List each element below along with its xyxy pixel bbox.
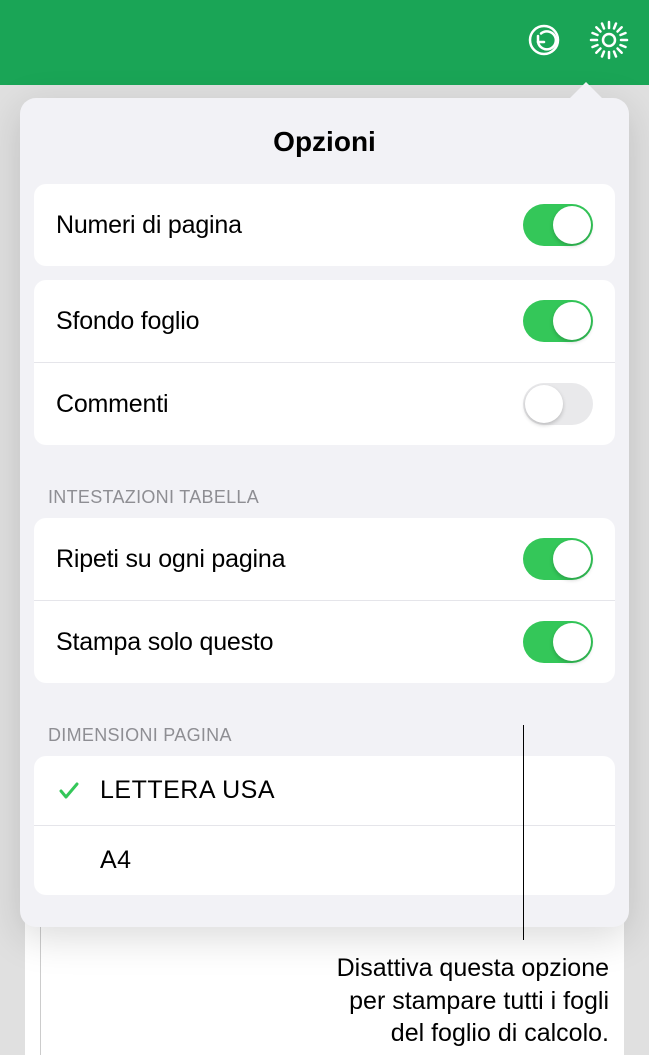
callout-line1: Disattiva questa opzione — [337, 954, 609, 982]
settings-button[interactable] — [589, 20, 629, 65]
row-print-only: Stampa solo questo — [34, 600, 615, 683]
callout-line2: per stampare tutti i fogli — [349, 987, 609, 1015]
toggle-page-numbers[interactable] — [523, 204, 593, 246]
callout-line3: del foglio di calcolo. — [391, 1019, 609, 1047]
popover-title: Opzioni — [20, 98, 629, 184]
label-comments: Commenti — [56, 390, 168, 419]
popover-arrow — [568, 82, 604, 100]
row-page-numbers: Numeri di pagina — [34, 184, 615, 266]
group-page-size: LETTERA USA A4 — [34, 756, 615, 895]
group-sheet-options: Sfondo foglio Commenti — [34, 280, 615, 445]
callout-line — [523, 725, 524, 940]
size-label-us-letter: LETTERA USA — [100, 776, 275, 805]
toggle-print-only[interactable] — [523, 621, 593, 663]
size-row-us-letter[interactable]: LETTERA USA — [34, 756, 615, 825]
label-page-numbers: Numeri di pagina — [56, 211, 242, 240]
toggle-comments[interactable] — [523, 383, 593, 425]
size-label-a4: A4 — [100, 846, 132, 875]
row-repeat: Ripeti su ogni pagina — [34, 518, 615, 600]
size-row-a4[interactable]: A4 — [34, 825, 615, 895]
row-comments: Commenti — [34, 362, 615, 445]
callout-text: Disattiva questa opzione per stampare tu… — [0, 952, 609, 1050]
checkmark-icon — [56, 779, 82, 803]
toggle-sheet-bg[interactable] — [523, 300, 593, 342]
toolbar — [0, 0, 649, 85]
group-table-headers: Ripeti su ogni pagina Stampa solo questo — [34, 518, 615, 683]
row-sheet-bg: Sfondo foglio — [34, 280, 615, 362]
section-header-page-size: DIMENSIONI PAGINA — [20, 697, 629, 756]
label-repeat: Ripeti su ogni pagina — [56, 545, 285, 574]
toggle-repeat[interactable] — [523, 538, 593, 580]
section-header-table: INTESTAZIONI TABELLA — [20, 459, 629, 518]
undo-icon — [527, 23, 561, 57]
gear-icon — [589, 20, 629, 60]
undo-button[interactable] — [527, 23, 561, 62]
label-print-only: Stampa solo questo — [56, 628, 273, 657]
label-sheet-bg: Sfondo foglio — [56, 307, 199, 336]
group-page-numbers: Numeri di pagina — [34, 184, 615, 266]
options-popover: Opzioni Numeri di pagina Sfondo foglio C… — [20, 98, 629, 927]
